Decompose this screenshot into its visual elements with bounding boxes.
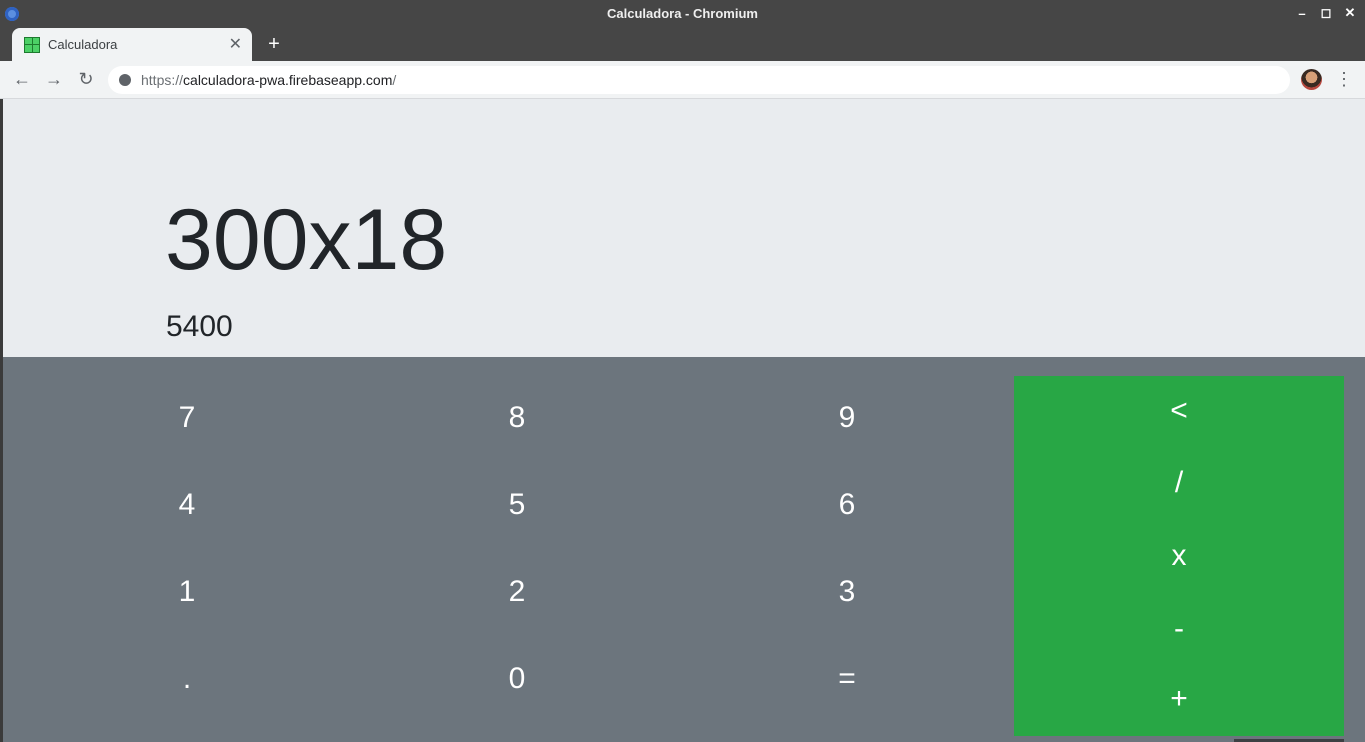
minimize-icon[interactable]: – (1293, 4, 1311, 22)
key-1[interactable]: 1 (127, 567, 247, 617)
operator-panel: < / x - + (1014, 376, 1344, 736)
key-2[interactable]: 2 (457, 567, 577, 617)
keypad: 7 8 9 4 5 6 1 2 3 . 0 = < / x - + (3, 357, 1365, 742)
tab-strip: Calculadora ✕ + (0, 27, 1365, 61)
tab-calculadora[interactable]: Calculadora ✕ (12, 28, 252, 61)
key-multiply[interactable]: x (1014, 528, 1344, 584)
back-arrow-icon[interactable]: ← (11, 68, 33, 90)
key-0[interactable]: 0 (457, 654, 577, 704)
calculator-app: 300x18 5400 7 8 9 4 5 6 1 2 3 . 0 = < / … (3, 99, 1365, 742)
key-divide[interactable]: / (1014, 455, 1344, 511)
calculator-display: 300x18 5400 (3, 99, 1365, 357)
reload-icon[interactable]: ↻ (75, 68, 97, 90)
window-titlebar: Calculadora - Chromium – ◻ ✕ (0, 0, 1365, 27)
result-text: 5400 (166, 310, 233, 343)
key-add[interactable]: + (1014, 671, 1344, 727)
key-9[interactable]: 9 (787, 393, 907, 443)
key-3[interactable]: 3 (787, 567, 907, 617)
globe-icon (119, 74, 131, 86)
close-window-icon[interactable]: ✕ (1341, 4, 1359, 22)
window-controls: – ◻ ✕ (1293, 4, 1359, 22)
key-7[interactable]: 7 (127, 393, 247, 443)
key-5[interactable]: 5 (457, 480, 577, 530)
forward-arrow-icon[interactable]: → (43, 68, 65, 90)
url-text[interactable]: https://calculadora-pwa.firebaseapp.com/ (141, 72, 396, 88)
key-4[interactable]: 4 (127, 480, 247, 530)
key-subtract[interactable]: - (1014, 601, 1344, 657)
browser-toolbar: ← → ↻ https://calculadora-pwa.firebaseap… (0, 61, 1365, 99)
calculator-favicon-icon (24, 36, 40, 53)
maximize-icon[interactable]: ◻ (1317, 4, 1335, 22)
key-backspace[interactable]: < (1014, 383, 1344, 439)
key-equals[interactable]: = (787, 654, 907, 704)
key-6[interactable]: 6 (787, 480, 907, 530)
new-tab-plus-icon[interactable]: + (264, 32, 284, 56)
window-title: Calculadora - Chromium (607, 6, 758, 21)
profile-avatar[interactable] (1301, 69, 1322, 90)
tab-title: Calculadora (48, 37, 118, 52)
key-decimal[interactable]: . (127, 654, 247, 704)
expression-text: 300x18 (165, 192, 448, 288)
close-tab-icon[interactable]: ✕ (229, 36, 242, 53)
key-8[interactable]: 8 (457, 393, 577, 443)
address-bar[interactable]: https://calculadora-pwa.firebaseapp.com/ (108, 66, 1290, 94)
kebab-menu-icon[interactable]: ⋮ (1335, 69, 1353, 90)
